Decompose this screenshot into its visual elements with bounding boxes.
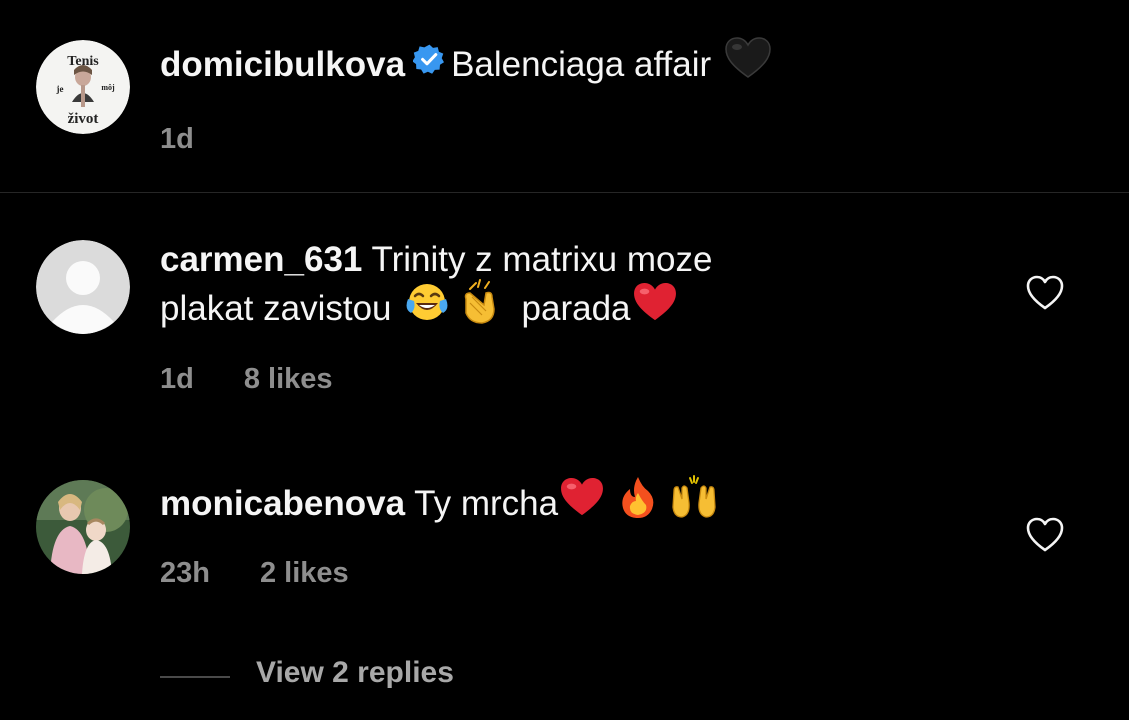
view-replies-button[interactable]: View 2 replies <box>256 656 454 690</box>
raising-hands-emoji <box>670 475 718 530</box>
face-with-tears-of-joy-emoji <box>406 281 448 334</box>
comment-likes[interactable]: 8 likes <box>244 363 333 396</box>
post-caption-text: Balenciaga affair <box>451 44 712 84</box>
verified-badge-icon <box>412 42 445 86</box>
like-heart-icon[interactable] <box>1026 275 1064 311</box>
post-caption: Tenis je môj život domicibulkova Balencia… <box>0 0 1129 192</box>
comment-text-line1: Trinity z matrixu moze <box>371 240 713 279</box>
post-author-avatar[interactable]: Tenis je môj život <box>36 40 130 134</box>
clapping-hands-emoji <box>458 279 504 336</box>
post-username[interactable]: domicibulkova <box>160 45 405 84</box>
comment-avatar-placeholder[interactable] <box>36 240 130 334</box>
comment-username[interactable]: monicabenova <box>160 484 405 523</box>
avatar-text-4: život <box>68 111 99 127</box>
comment-text-line2b: parada <box>521 288 631 328</box>
avatar-text-3: môj <box>101 83 115 92</box>
replies-divider-line <box>160 676 230 678</box>
comment-text-line2: plakat zavistou <box>160 288 392 328</box>
avatar-text-2: je <box>56 84 64 94</box>
comment-time: 23h <box>160 557 210 589</box>
like-heart-icon[interactable] <box>1026 517 1064 553</box>
comment-item: monicabenova Ty mrcha 23h 2 likes <box>0 433 1129 653</box>
comment-username[interactable]: carmen_631 <box>160 240 362 279</box>
fire-emoji <box>618 475 658 530</box>
comment-item: carmen_631 Trinity z matrixu moze plakat… <box>0 193 1129 433</box>
comment-text: Ty mrcha <box>414 483 559 523</box>
comment-time: 1d <box>160 363 194 395</box>
post-time: 1d <box>160 123 194 155</box>
black-heart-emoji <box>725 37 771 90</box>
comment-avatar-photo[interactable] <box>36 480 130 574</box>
comment-likes[interactable]: 2 likes <box>260 557 349 590</box>
red-heart-emoji <box>560 477 604 528</box>
red-heart-emoji <box>633 282 677 333</box>
